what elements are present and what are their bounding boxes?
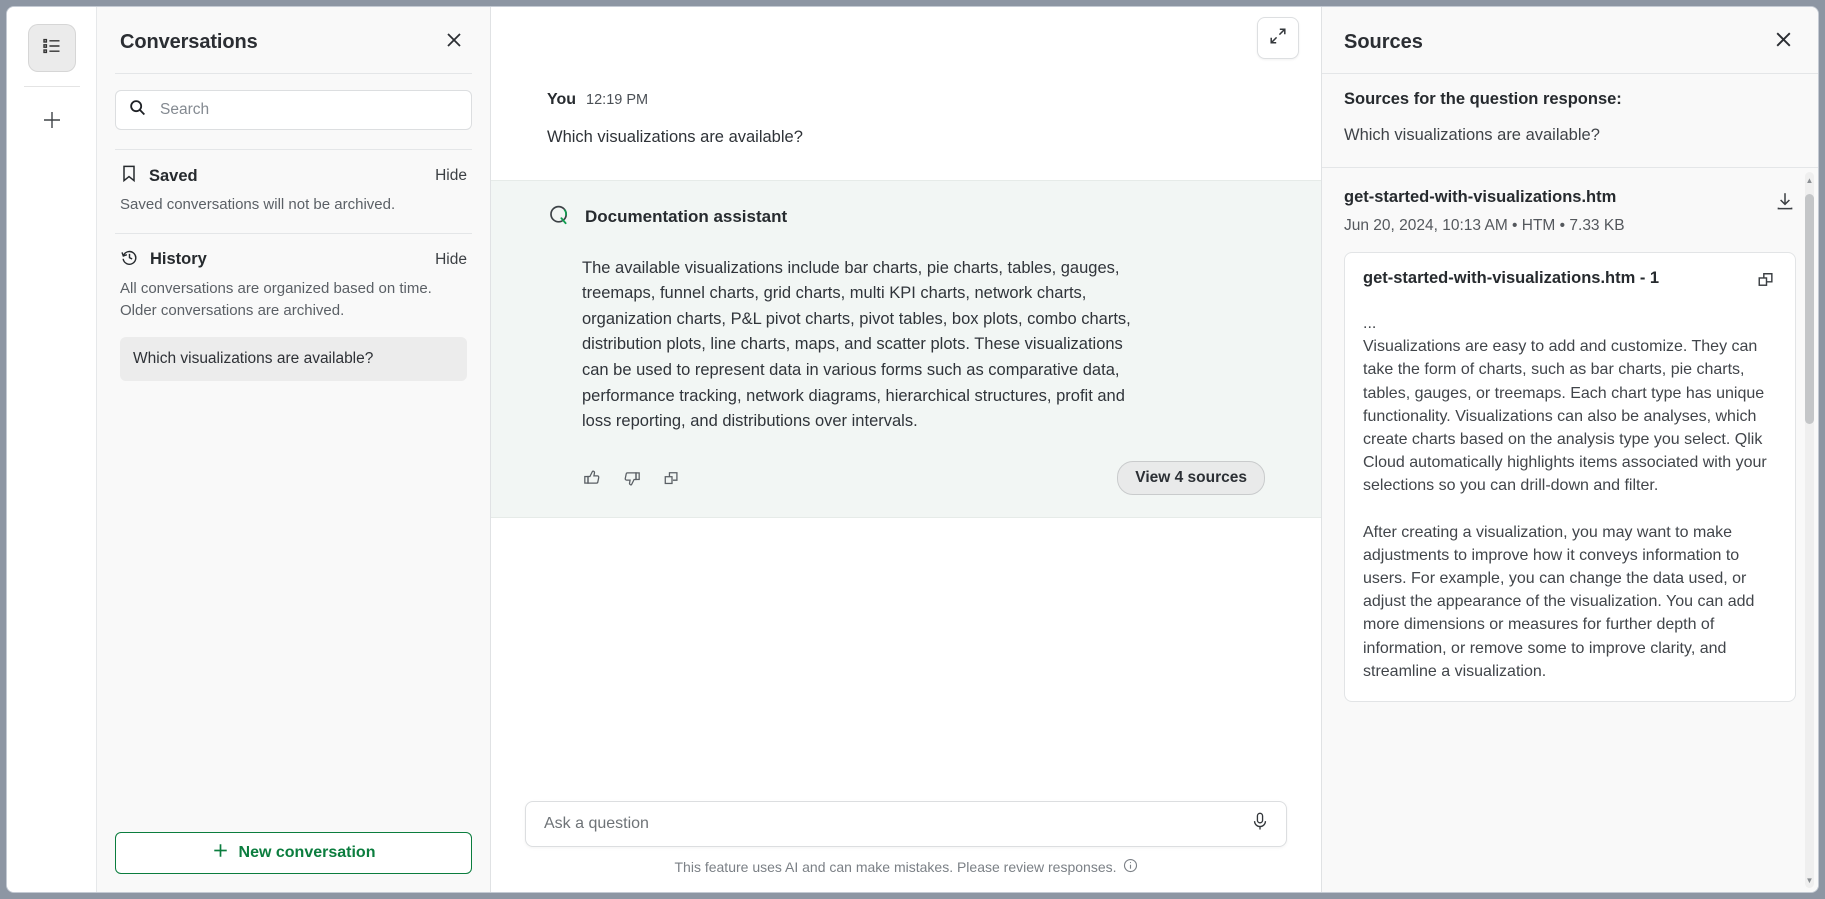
sources-intro-label: Sources for the question response:: [1344, 90, 1796, 109]
source-card: get-started-with-visualizations.htm - 1 …: [1344, 252, 1796, 702]
sources-header: Sources: [1322, 7, 1818, 73]
history-section-header: History Hide: [115, 234, 472, 278]
download-source-button[interactable]: [1774, 188, 1796, 217]
saved-label: Saved: [149, 167, 198, 186]
chat-panel: You 12:19 PM Which visualizations are av…: [491, 7, 1322, 892]
saved-section: Saved Hide Saved conversations will not …: [97, 134, 490, 218]
sources-question: Which visualizations are available?: [1344, 126, 1796, 145]
user-message: You 12:19 PM Which visualizations are av…: [491, 69, 1321, 180]
close-icon: [444, 30, 464, 55]
thumbs-up-icon[interactable]: [582, 468, 602, 488]
bookmark-icon: [120, 164, 138, 188]
qlik-q-icon: [547, 203, 571, 232]
assistant-message: Documentation assistant The available vi…: [491, 180, 1321, 518]
source-card-title: get-started-with-visualizations.htm - 1: [1363, 269, 1659, 288]
assistant-name: Documentation assistant: [585, 207, 787, 227]
search-area: [97, 74, 490, 134]
history-section: History Hide All conversations are organ…: [97, 218, 490, 382]
copy-icon: [1756, 277, 1777, 294]
history-label: History: [150, 250, 207, 269]
copy-icon[interactable]: [662, 468, 682, 488]
user-message-text: Which visualizations are available?: [547, 125, 1265, 150]
saved-section-header: Saved Hide: [115, 150, 472, 194]
icon-rail: [7, 7, 97, 892]
search-icon: [128, 98, 147, 122]
sources-panel: Sources Sources for the question respons…: [1322, 7, 1818, 892]
close-icon: [1773, 29, 1794, 55]
assistant-message-text: The available visualizations include bar…: [582, 256, 1142, 435]
rail-new-button[interactable]: [31, 101, 73, 143]
chat-toolbar: [491, 7, 1321, 69]
microphone-icon[interactable]: [1250, 811, 1270, 837]
conversation-list-item[interactable]: Which visualizations are available?: [120, 337, 467, 381]
sources-intro: Sources for the question response: Which…: [1322, 74, 1818, 145]
source-card-body: ... Visualizations are easy to add and c…: [1363, 312, 1777, 683]
page-title: Conversations: [120, 31, 258, 54]
rail-conversations-button[interactable]: [29, 25, 75, 71]
download-icon: [1774, 199, 1796, 216]
user-message-time: 12:19 PM: [586, 92, 648, 108]
ask-question-input[interactable]: [542, 814, 1250, 834]
new-conversation-button[interactable]: New conversation: [115, 832, 472, 874]
ai-disclaimer: This feature uses AI and can make mistak…: [525, 858, 1287, 876]
conversations-footer: New conversation: [97, 832, 490, 874]
info-icon[interactable]: [1123, 858, 1138, 876]
saved-description: Saved conversations will not be archived…: [115, 194, 472, 218]
history-description: All conversations are organized based on…: [115, 278, 472, 324]
rail-divider: [24, 86, 80, 87]
thumbs-down-icon[interactable]: [622, 468, 642, 488]
history-clock-icon: [120, 248, 139, 272]
app-window: Conversations: [7, 7, 1818, 892]
search-box[interactable]: [115, 90, 472, 130]
plus-icon: [40, 108, 64, 137]
view-sources-button[interactable]: View 4 sources: [1117, 461, 1265, 495]
conversations-header: Conversations: [97, 7, 490, 73]
new-conversation-label: New conversation: [239, 844, 376, 862]
assistant-actions: View 4 sources: [582, 461, 1265, 495]
collapse-arrows-icon: [1268, 26, 1288, 51]
close-sources-button[interactable]: [1770, 29, 1796, 55]
saved-hide-button[interactable]: Hide: [435, 167, 467, 185]
copy-source-button[interactable]: [1756, 269, 1777, 295]
scroll-down-arrow-icon[interactable]: ▼: [1805, 874, 1814, 886]
source-file-name: get-started-with-visualizations.htm: [1344, 188, 1625, 207]
ai-disclaimer-text: This feature uses AI and can make mistak…: [675, 859, 1117, 875]
sources-scroll-area: get-started-with-visualizations.htm Jun …: [1322, 167, 1818, 892]
chat-input-area: This feature uses AI and can make mistak…: [491, 801, 1321, 892]
sources-title: Sources: [1344, 31, 1423, 54]
sources-scrollbar-thumb[interactable]: [1805, 194, 1814, 424]
search-input[interactable]: [158, 100, 459, 120]
plus-icon: [212, 842, 229, 864]
collapse-chat-button[interactable]: [1257, 17, 1299, 59]
conversations-panel: Conversations: [97, 7, 491, 892]
user-message-author: You: [547, 91, 576, 109]
source-card-header: get-started-with-visualizations.htm - 1: [1363, 269, 1777, 295]
assistant-header: Documentation assistant: [547, 203, 1265, 232]
feedback-icons: [582, 468, 682, 488]
source-file-row: get-started-with-visualizations.htm Jun …: [1344, 168, 1796, 235]
close-conversations-button[interactable]: [441, 29, 467, 55]
source-file-meta: Jun 20, 2024, 10:13 AM • HTM • 7.33 KB: [1344, 217, 1625, 235]
history-hide-button[interactable]: Hide: [435, 251, 467, 269]
list-icon: [41, 35, 63, 62]
sources-scrollbar[interactable]: ▲ ▼: [1805, 172, 1814, 888]
user-message-meta: You 12:19 PM: [547, 91, 1265, 109]
ask-question-box[interactable]: [525, 801, 1287, 847]
scroll-up-arrow-icon[interactable]: ▲: [1805, 174, 1814, 186]
